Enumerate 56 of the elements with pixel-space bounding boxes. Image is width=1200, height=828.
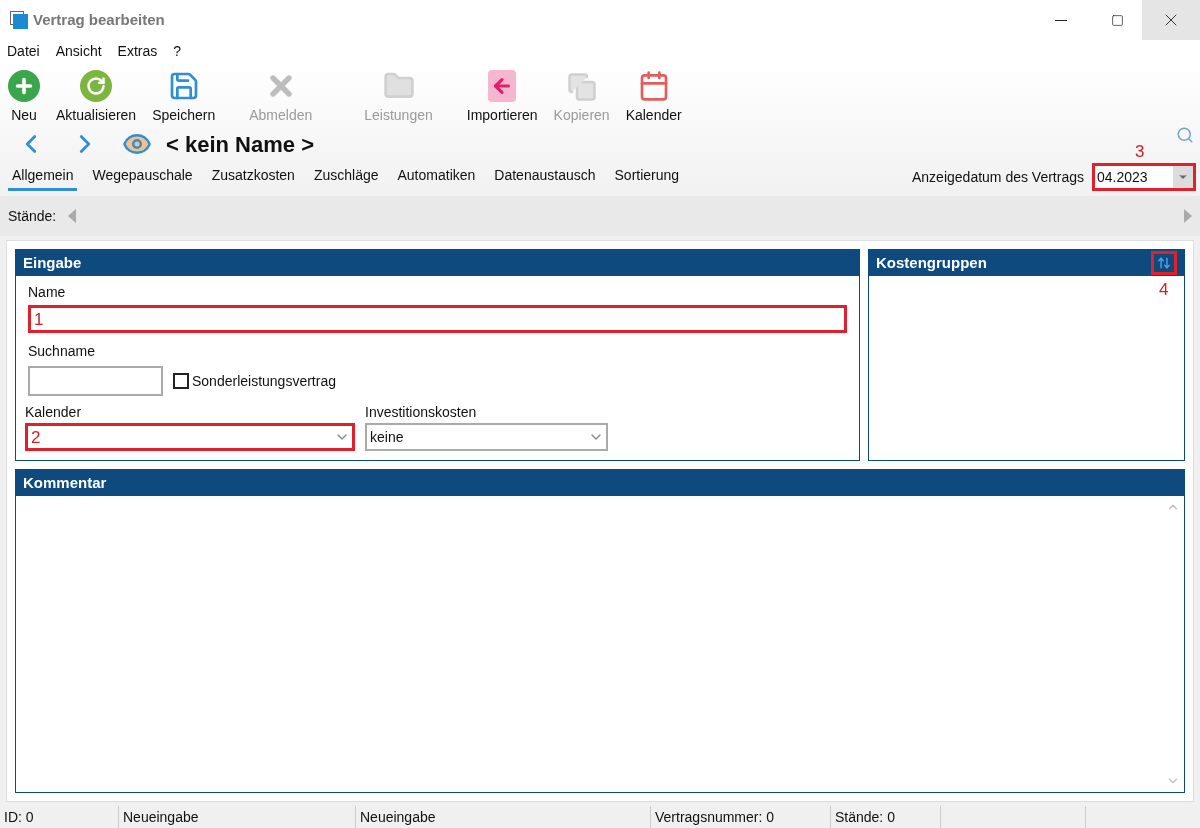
maximize-icon bbox=[1110, 13, 1124, 27]
field-label: Kalender bbox=[25, 403, 83, 422]
status-text: Neueingabe bbox=[123, 807, 199, 827]
panel-title: Eingabe bbox=[23, 252, 82, 273]
callout-number: 3 bbox=[1135, 143, 1145, 160]
toolbar-button[interactable]: Neu bbox=[7, 70, 41, 124]
app-icon bbox=[10, 11, 28, 29]
copy-icon bbox=[566, 72, 597, 102]
tab[interactable]: Wegepauschale bbox=[88, 163, 197, 191]
date-combobox[interactable]: 04.2023 bbox=[1092, 163, 1196, 191]
date-label: Anzeigedatum des Vertrags bbox=[912, 167, 1084, 187]
name-field[interactable]: 1 bbox=[28, 305, 847, 333]
field-label: Investitionskosten bbox=[365, 403, 478, 422]
tab[interactable]: Automatiken bbox=[393, 163, 480, 191]
panel-title: Kostengruppen bbox=[876, 252, 987, 273]
panel-title: Kommentar bbox=[23, 472, 107, 493]
input-field[interactable] bbox=[28, 366, 163, 396]
sort-icon bbox=[1157, 256, 1171, 270]
tab[interactable]: Sortierung bbox=[610, 163, 684, 191]
menu-item[interactable]: Datei bbox=[7, 40, 40, 62]
close-button[interactable] bbox=[1142, 0, 1200, 40]
staende-label: Stände: bbox=[8, 206, 57, 226]
tab[interactable]: Datenaustausch bbox=[490, 163, 600, 191]
refresh-icon bbox=[80, 70, 113, 102]
menu-item[interactable]: ? bbox=[173, 40, 182, 62]
tab[interactable]: Zuschläge bbox=[309, 163, 383, 191]
toolbar-button[interactable]: Aktualisieren bbox=[55, 70, 138, 124]
tab[interactable]: Allgemein bbox=[8, 163, 78, 191]
import-icon bbox=[488, 70, 517, 102]
checkbox[interactable] bbox=[173, 373, 189, 389]
scroll-right-icon[interactable] bbox=[1184, 209, 1192, 223]
minimize-icon bbox=[1055, 19, 1067, 21]
toolbar-button[interactable]: Speichern bbox=[151, 70, 217, 124]
toolbar-button[interactable]: Importieren bbox=[465, 70, 539, 124]
status-text: Stände: 0 bbox=[835, 807, 895, 827]
tab[interactable]: Zusatzkosten bbox=[207, 163, 299, 191]
status-text: ID: 0 bbox=[4, 807, 34, 827]
status-text: Vertragsnummer: 0 bbox=[655, 807, 775, 827]
menu-item[interactable]: Extras bbox=[117, 40, 158, 62]
menu-item[interactable]: Ansicht bbox=[55, 40, 102, 62]
toolbar-button[interactable]: Kalender bbox=[624, 70, 683, 124]
callout-number: 1 bbox=[34, 310, 44, 328]
scroll-left-icon[interactable] bbox=[68, 209, 77, 223]
callout-number: 2 bbox=[31, 428, 41, 446]
sort-button[interactable] bbox=[1151, 251, 1177, 275]
checkbox-label: Sonderleistungsvertrag bbox=[192, 371, 336, 391]
costs-dropdown[interactable]: keine bbox=[365, 423, 608, 451]
calendar-dropdown[interactable]: 2 bbox=[25, 423, 355, 451]
plus-icon bbox=[8, 70, 40, 102]
field-label: Suchname bbox=[28, 342, 96, 361]
record-title: < kein Name > bbox=[166, 130, 314, 159]
window-title: Vertrag bearbeiten bbox=[33, 9, 165, 30]
callout-number: 4 bbox=[1159, 281, 1169, 298]
field-label: Name bbox=[28, 283, 67, 302]
status-text: Neueingabe bbox=[360, 807, 436, 827]
search-icon[interactable] bbox=[1176, 126, 1194, 144]
